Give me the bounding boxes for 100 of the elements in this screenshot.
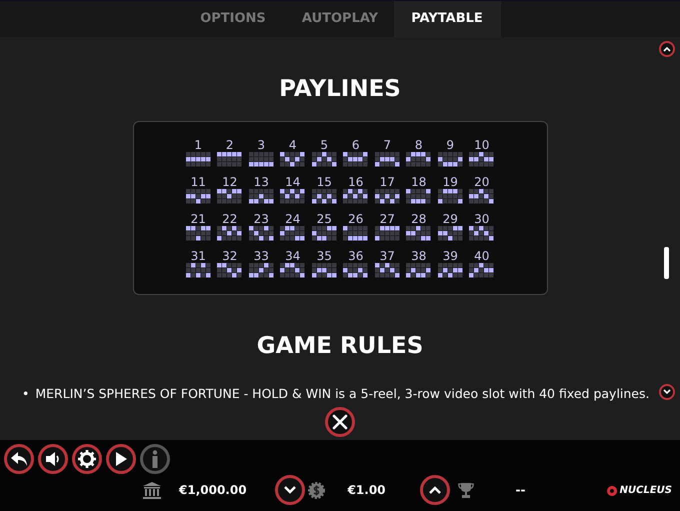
- payline-number: 27: [380, 212, 395, 226]
- payline-number: 2: [226, 138, 234, 152]
- autoplay-button[interactable]: [106, 444, 136, 474]
- scroll-up-button[interactable]: [659, 41, 675, 57]
- back-arrow-icon: [10, 451, 28, 467]
- tab[interactable]: AUTOPLAY: [286, 1, 394, 37]
- sound-button[interactable]: [38, 444, 68, 474]
- chevron-up-icon: [663, 46, 671, 52]
- payline-number: 1: [194, 138, 202, 152]
- payline-number: 29: [442, 212, 458, 226]
- payline-number: 9: [446, 138, 454, 152]
- payline-diagram: [343, 226, 368, 240]
- payline-diagram: [217, 188, 242, 204]
- payline-number: 33: [254, 248, 269, 262]
- chevron-up-icon: [428, 486, 441, 494]
- payline-number: 38: [411, 248, 426, 262]
- payline-diagram: [217, 152, 242, 166]
- payline-diagram: [312, 226, 337, 240]
- payline-number: 4: [288, 138, 297, 152]
- payline-diagram: [248, 262, 274, 278]
- payline-number: 34: [285, 248, 300, 262]
- payline-number: 17: [380, 174, 395, 188]
- payline-diagram: [280, 226, 306, 240]
- payline-number: 24: [285, 212, 300, 226]
- payline-diagram: [343, 262, 368, 278]
- info-icon: [151, 450, 159, 468]
- payline-number: 5: [320, 138, 328, 152]
- bet-amount: €1.00: [348, 482, 386, 499]
- payline-number: 23: [254, 212, 269, 226]
- payline-diagram: [469, 188, 494, 204]
- payline-number: 22: [222, 212, 238, 226]
- balance-amount: €1,000.00: [179, 482, 247, 499]
- payline-diagram: [280, 262, 306, 278]
- payline-number: 19: [442, 174, 458, 188]
- trophy-icon: [458, 482, 474, 498]
- payline-diagram: [343, 188, 368, 204]
- payline-number: 16: [348, 174, 364, 188]
- settings-button[interactable]: [72, 444, 102, 474]
- payline-number: 20: [474, 174, 490, 188]
- section-heading: PAYLINES: [279, 75, 401, 104]
- bank-icon: [143, 482, 161, 498]
- chevron-down-icon: [663, 389, 671, 395]
- tab[interactable]: PAYTABLE: [394, 1, 500, 37]
- payline-diagram: [406, 188, 432, 204]
- payline-number: 21: [190, 212, 206, 226]
- scrollbar-thumb[interactable]: [664, 247, 669, 279]
- payline-diagram: [374, 188, 400, 204]
- payline-diagram: [469, 152, 494, 166]
- payline-diagram: [280, 152, 306, 166]
- payline-diagram: [312, 262, 337, 278]
- payline-diagram: [186, 226, 211, 240]
- payline-diagram: [280, 188, 306, 204]
- close-button[interactable]: [325, 407, 355, 437]
- payline-diagram: [438, 188, 463, 204]
- payline-diagram: [469, 226, 494, 240]
- payline-number: 39: [442, 248, 458, 262]
- payline-diagram: [312, 152, 337, 166]
- payline-diagram: [438, 152, 463, 166]
- chevron-down-icon: [284, 486, 296, 494]
- payline-number: 31: [190, 248, 206, 262]
- scroll-down-button[interactable]: [659, 384, 675, 400]
- logo-icon: [606, 484, 618, 496]
- payline-number: 35: [316, 248, 332, 262]
- payline-diagram: [186, 152, 211, 166]
- payline-diagram: [248, 226, 274, 240]
- payline-diagram: [217, 226, 242, 240]
- payline-diagram: [343, 152, 368, 166]
- payline-number: 12: [222, 174, 238, 188]
- back-button[interactable]: [4, 444, 34, 474]
- payline-number: 37: [380, 248, 395, 262]
- payline-number: 15: [316, 174, 332, 188]
- payline-diagram: [312, 188, 337, 204]
- payline-diagram: [406, 226, 432, 240]
- payline-diagram: [248, 152, 274, 166]
- payline-number: 30: [474, 212, 490, 226]
- payline-number: 6: [352, 138, 360, 152]
- win-amount: --: [516, 482, 526, 499]
- speaker-icon: [44, 451, 62, 467]
- payline-number: 10: [474, 138, 490, 152]
- bullet: •: [22, 385, 30, 403]
- payline-diagram: [406, 262, 432, 278]
- payline-number: 13: [254, 174, 269, 188]
- payline-number: 8: [414, 138, 423, 152]
- payline-diagram: [469, 262, 494, 278]
- payline-number: 32: [222, 248, 238, 262]
- tab[interactable]: OPTIONS: [180, 1, 286, 37]
- payline-number: 14: [285, 174, 300, 188]
- settings-icon: [78, 450, 96, 468]
- payline-number: 28: [411, 212, 426, 226]
- payline-diagram: [438, 226, 463, 240]
- payline-number: 7: [383, 138, 392, 152]
- bet-increase-button[interactable]: [420, 475, 450, 505]
- payline-number: 11: [190, 174, 206, 188]
- brand-name: NUCLEUS: [620, 484, 672, 498]
- bet-decrease-button[interactable]: [274, 475, 305, 505]
- payline-number: 18: [411, 174, 426, 188]
- payline-number: 40: [474, 248, 490, 262]
- payline-number: 3: [257, 138, 266, 152]
- payline-number: 26: [348, 212, 364, 226]
- payline-diagram: [438, 262, 463, 278]
